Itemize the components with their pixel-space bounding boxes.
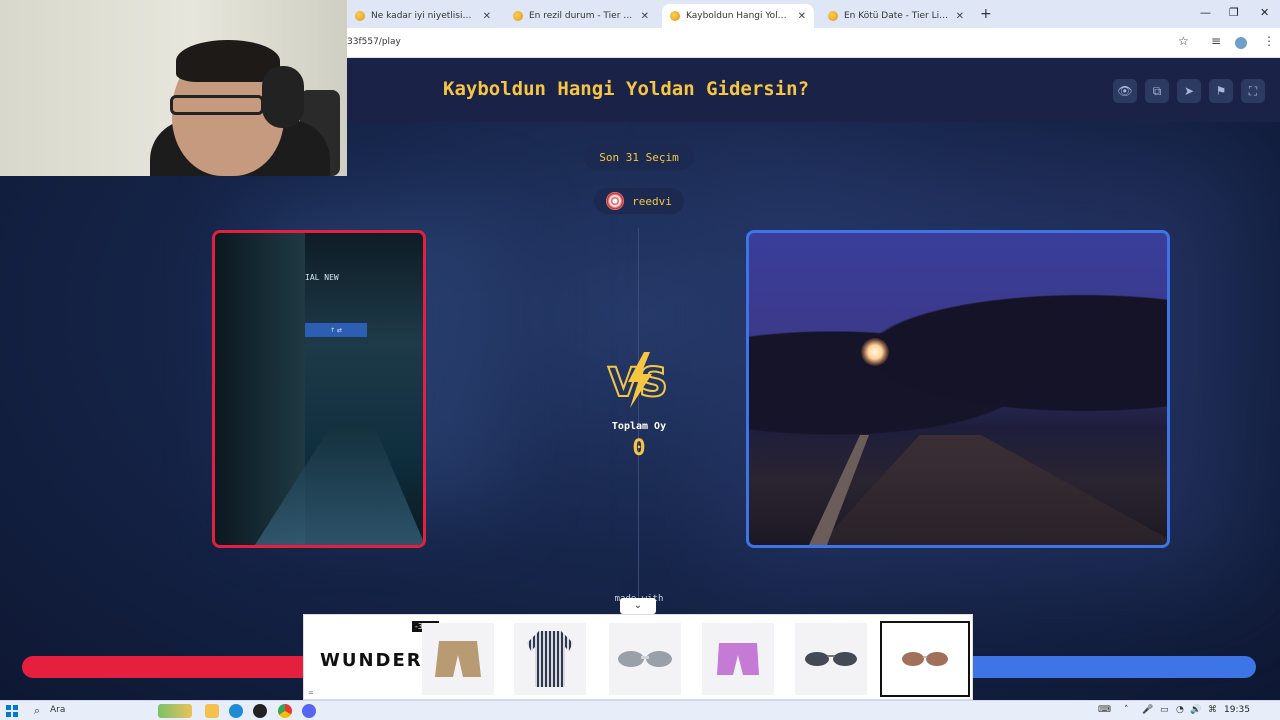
hallway-sign-text: IAL NEW — [305, 273, 339, 282]
street-road — [819, 435, 1167, 545]
fullscreen-icon[interactable]: ⛶ — [1241, 79, 1265, 103]
chevron-up-icon[interactable]: ˄ — [1124, 705, 1129, 715]
windows-start-icon[interactable] — [6, 705, 18, 717]
hallway-direction-sign: ↑ ⇄ — [305, 323, 367, 337]
ad-info-icon[interactable]: = — [308, 689, 314, 697]
reading-list-icon[interactable]: ≡ — [1211, 34, 1221, 48]
tab-close-icon[interactable]: ✕ — [483, 11, 491, 22]
tab-favicon-icon — [670, 11, 680, 21]
user-pill[interactable]: reedvi — [594, 188, 684, 214]
ad-product-purple-shorts[interactable] — [702, 623, 774, 695]
taskbar-search-label[interactable]: Ara — [50, 705, 65, 715]
left-vote-bar — [22, 656, 322, 678]
discord-icon[interactable] — [302, 704, 316, 718]
left-choice-card[interactable]: IAL NEW ↑ ⇄ — [212, 230, 426, 548]
ad-product-dark-sunglasses[interactable] — [795, 623, 867, 695]
minimize-button[interactable]: — — [1200, 6, 1211, 19]
ad-product-white-sunglasses[interactable] — [609, 623, 681, 695]
collapse-ad-button[interactable]: ⌄ — [620, 598, 656, 614]
tab-title: En Kötü Date - Tier List | Kör S… — [844, 11, 950, 21]
profile-avatar-icon[interactable] — [1235, 37, 1247, 49]
volume-icon[interactable]: 🔊 — [1190, 705, 1201, 715]
person-glasses — [170, 95, 264, 115]
restore-button[interactable]: ❐ — [1229, 6, 1239, 19]
total-vote-count: 0 — [632, 436, 646, 461]
widgets-icon[interactable] — [158, 704, 192, 718]
tab-close-icon[interactable]: ✕ — [641, 11, 649, 22]
street-trees — [749, 293, 1167, 443]
tab-favicon-icon — [513, 11, 523, 21]
tab-2[interactable]: En rezil durum - Tier List | Kör S… ✕ — [505, 4, 657, 28]
recent-picks-pill[interactable]: Son 31 Seçim — [584, 144, 694, 170]
headset-icon — [262, 66, 304, 128]
tab-title: En rezil durum - Tier List | Kör S… — [529, 11, 635, 21]
menu-dots-icon[interactable]: ⋮ — [1263, 34, 1275, 48]
street-light — [861, 338, 889, 366]
address-bar[interactable]: 33f557/play — [347, 37, 401, 47]
recent-picks-label: Son 31 Seçim — [599, 150, 679, 164]
center-divider — [638, 228, 639, 598]
ad-brand[interactable]: WUNDER — [320, 650, 423, 671]
sunglasses-icon — [902, 652, 948, 666]
ad-banner[interactable]: WUNDER -30% = — [303, 614, 973, 700]
avatar — [606, 192, 625, 210]
close-window-button[interactable]: ✕ — [1260, 6, 1269, 19]
eye-icon[interactable]: 👁 — [1113, 79, 1137, 103]
file-explorer-icon[interactable] — [205, 704, 219, 718]
total-vote-label: Toplam Oy — [611, 421, 667, 432]
tab-3-active[interactable]: Kayboldun Hangi Yoldan Gider… ✕ — [662, 4, 814, 28]
ad-product-shirt[interactable] — [514, 623, 586, 695]
share-icon[interactable]: ⧉ — [1145, 79, 1169, 103]
sunglasses-icon — [618, 651, 672, 667]
keyboard-icon[interactable]: ⌨ — [1098, 705, 1111, 715]
right-choice-card[interactable] — [746, 230, 1170, 548]
tab-favicon-icon — [355, 11, 365, 21]
striped-shirt-icon — [527, 631, 573, 687]
ad-product-shorts[interactable] — [422, 623, 494, 695]
network-icon[interactable]: ▭ — [1160, 705, 1169, 715]
tab-1[interactable]: Ne kadar iyi niyetlisin? - Tier Li… ✕ — [347, 4, 499, 28]
vs-lightning-icon: VS — [607, 352, 669, 408]
send-icon[interactable]: ➤ — [1177, 79, 1201, 103]
shorts-icon — [435, 641, 481, 677]
webcam-overlay — [0, 0, 347, 176]
ad-product-brown-sunglasses[interactable] — [880, 621, 970, 697]
app-icon[interactable] — [253, 704, 267, 718]
tab-close-icon[interactable]: ✕ — [956, 11, 964, 22]
microphone-icon[interactable]: 🎤 — [1142, 705, 1153, 715]
page-title: Kayboldun Hangi Yoldan Gidersin? — [443, 78, 810, 100]
bookmark-star-icon[interactable]: ☆ — [1178, 34, 1189, 48]
flag-icon[interactable]: ⚑ — [1209, 79, 1233, 103]
new-tab-button[interactable]: + — [980, 6, 992, 22]
sunglasses-icon — [805, 652, 857, 666]
tab-title: Ne kadar iyi niyetlisin? - Tier Li… — [371, 11, 477, 21]
wifi-icon[interactable]: ◔ — [1176, 705, 1184, 715]
language-icon[interactable]: ⌘ — [1208, 705, 1217, 715]
username: reedvi — [632, 194, 672, 208]
tab-close-icon[interactable]: ✕ — [798, 11, 806, 22]
edge-icon[interactable] — [229, 704, 243, 718]
taskbar: ⌕ Ara ⌨ ˄ 🎤 ▭ ◔ 🔊 ⌘ 19:35 — [0, 700, 1280, 720]
tab-title: Kayboldun Hangi Yoldan Gider… — [686, 11, 792, 21]
tab-favicon-icon — [828, 11, 838, 21]
tab-4[interactable]: En Kötü Date - Tier List | Kör S… ✕ — [820, 4, 972, 28]
search-icon[interactable]: ⌕ — [34, 704, 40, 718]
right-vote-bar — [960, 656, 1256, 678]
purple-shorts-icon — [717, 643, 759, 675]
taskbar-clock[interactable]: 19:35 — [1224, 705, 1250, 715]
chrome-icon[interactable] — [278, 704, 292, 718]
